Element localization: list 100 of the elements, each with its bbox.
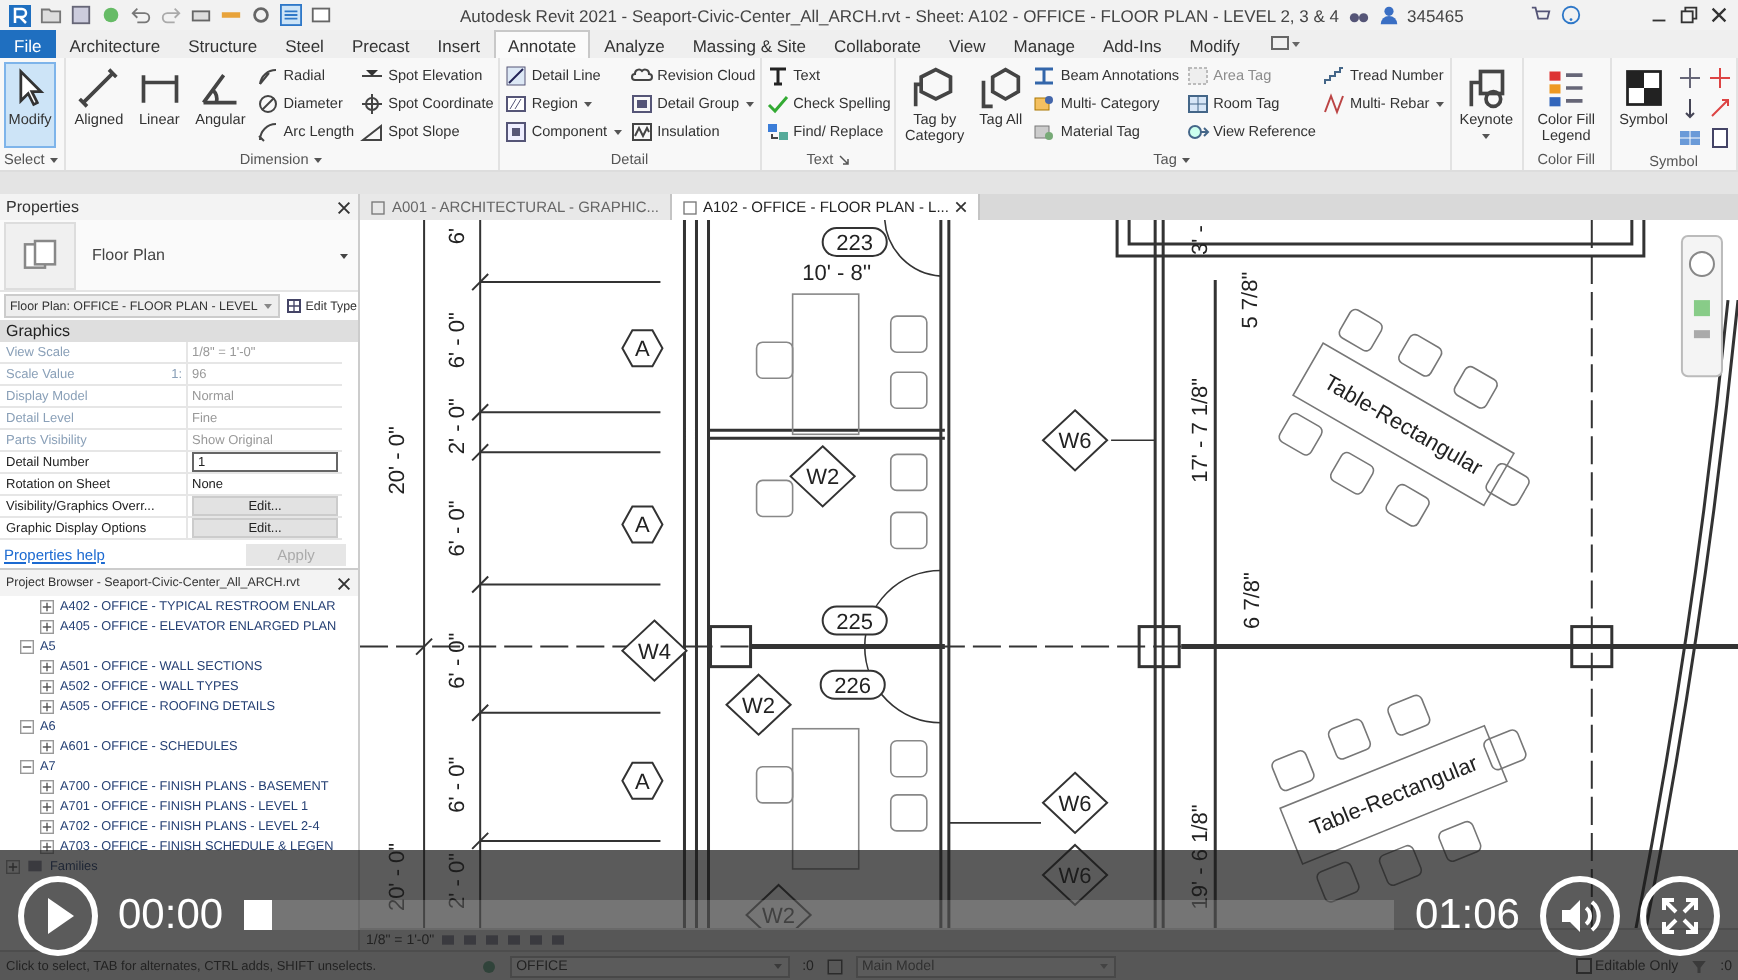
caret-icon: [312, 153, 325, 165]
close-icon[interactable]: [336, 199, 352, 215]
annotation-symbol-icon[interactable]: [1708, 96, 1732, 120]
wall-tag: W6: [1041, 408, 1109, 472]
reference-icon: [1185, 119, 1210, 143]
rebar-icon: [1321, 91, 1346, 115]
ribbon-tab[interactable]: Architecture: [55, 30, 175, 58]
annotation-symbol-icon[interactable]: [1678, 66, 1702, 90]
sheet-icon: [681, 199, 697, 215]
grid-tag: A: [621, 505, 664, 544]
area-icon: [1185, 63, 1210, 87]
close-icon[interactable]: [336, 575, 352, 591]
room-tag: 226: [819, 669, 886, 700]
speaker-icon: [1558, 895, 1602, 935]
dimension-text: 6': [445, 227, 470, 245]
legend-icon: [1544, 66, 1589, 110]
print-icon[interactable]: [190, 4, 212, 26]
ribbon-tab[interactable]: Steel: [271, 30, 338, 58]
dimension-text: 17' - 7 1/8": [1189, 377, 1214, 483]
play-button[interactable]: [18, 875, 98, 955]
user-name[interactable]: 345465: [1407, 5, 1464, 25]
edit-type-icon: [285, 298, 302, 314]
navigation-bar-icon[interactable]: [1680, 235, 1723, 378]
dimension-text: 5 7/8": [1239, 271, 1264, 329]
ribbon-tab[interactable]: Manage: [999, 30, 1089, 58]
arc-icon: [255, 119, 280, 143]
caret-icon: [1480, 130, 1493, 143]
save-icon[interactable]: [70, 4, 92, 26]
open-folder-icon[interactable]: [40, 4, 62, 26]
wall-tag: W4: [620, 619, 688, 683]
keynote-icon: [1464, 66, 1509, 110]
hatch-icon: [503, 91, 528, 115]
user-icon[interactable]: [1377, 4, 1399, 26]
ribbon-tab[interactable]: Massing & Site: [678, 30, 821, 58]
caret-icon: [1180, 153, 1193, 166]
dimension-icon: [76, 66, 121, 110]
caret-icon: [611, 125, 624, 137]
caret-icon: [261, 300, 274, 312]
dimension-text: 3' -: [1189, 225, 1214, 255]
restore-icon[interactable]: [1678, 4, 1700, 26]
annotation-symbol-icon[interactable]: [1708, 126, 1732, 150]
app-logo-icon[interactable]: [8, 3, 32, 27]
dimension-text: 6' - 0": [445, 500, 470, 557]
caret-icon: [581, 97, 594, 109]
ribbon-tab[interactable]: Annotate: [494, 30, 591, 58]
radius-icon: [255, 63, 280, 87]
ribbon-tab[interactable]: Precast: [337, 30, 424, 58]
ribbon-tab[interactable]: View: [935, 30, 1000, 58]
property-group-header[interactable]: Graphics: [0, 320, 358, 342]
settings-icon[interactable]: [250, 4, 272, 26]
dimension-text: 20' - 0": [385, 842, 410, 912]
collapse-icon[interactable]: [20, 759, 34, 773]
elapsed-time: 00:00: [118, 891, 224, 939]
close-icon[interactable]: [1708, 4, 1730, 26]
dimension-text: 6 7/8": [1241, 572, 1266, 629]
annotation-symbol-icon[interactable]: [1708, 66, 1732, 90]
ribbon-tab[interactable]: Analyze: [590, 30, 679, 58]
cloud-icon: [629, 63, 654, 87]
wall-tag: W2: [789, 444, 857, 508]
caret-icon: [48, 153, 61, 165]
beam-icon: [1032, 63, 1057, 87]
switch-windows-icon[interactable]: [310, 4, 332, 26]
type-selector[interactable]: Floor Plan: [0, 220, 358, 292]
ribbon-tab[interactable]: Insert: [423, 30, 495, 58]
panel-title: Properties: [6, 198, 79, 216]
dimension-text: 10' - 8'': [802, 261, 872, 286]
detail-line-icon: [503, 63, 528, 87]
volume-button[interactable]: [1540, 875, 1620, 955]
ribbon-tab[interactable]: Collaborate: [820, 30, 935, 58]
dimension-text: 6' - 0": [445, 312, 470, 369]
panel-toggle-icon[interactable]: [1269, 32, 1302, 56]
component-icon: [503, 119, 528, 143]
progress-thumb[interactable]: [243, 900, 272, 930]
dimension-text: 2' - 0": [445, 398, 470, 455]
floor-plan-icon: [20, 235, 60, 275]
thin-lines-icon[interactable]: [280, 4, 302, 26]
slope-icon: [360, 119, 385, 143]
ribbon-tab[interactable]: Modify: [1175, 30, 1254, 58]
collapse-icon[interactable]: [20, 719, 34, 733]
fullscreen-icon: [1660, 895, 1700, 935]
undo-icon[interactable]: [130, 4, 152, 26]
ribbon-tab[interactable]: File: [0, 30, 56, 58]
ribbon-tab[interactable]: Structure: [174, 30, 272, 58]
dialog-launcher-icon[interactable]: [837, 153, 850, 165]
group-icon: [629, 91, 654, 115]
collapse-icon[interactable]: [20, 639, 34, 653]
fullscreen-button[interactable]: [1640, 875, 1720, 955]
crosshair-icon: [360, 91, 385, 115]
dimension-text: 6' - 0": [445, 632, 470, 689]
ribbon-tab[interactable]: Add-Ins: [1089, 30, 1176, 58]
caret-icon: [1433, 97, 1446, 109]
room-tag: 223: [821, 227, 888, 258]
tag-icon: [978, 66, 1023, 110]
tag-icon: [1032, 119, 1057, 143]
close-icon[interactable]: [954, 200, 969, 214]
cart-icon[interactable]: [1529, 4, 1552, 26]
room-tag: 225: [821, 605, 888, 636]
grid-tag: A: [621, 329, 664, 368]
help-icon[interactable]: [1559, 4, 1582, 26]
wall-tag: W6: [1041, 771, 1109, 835]
